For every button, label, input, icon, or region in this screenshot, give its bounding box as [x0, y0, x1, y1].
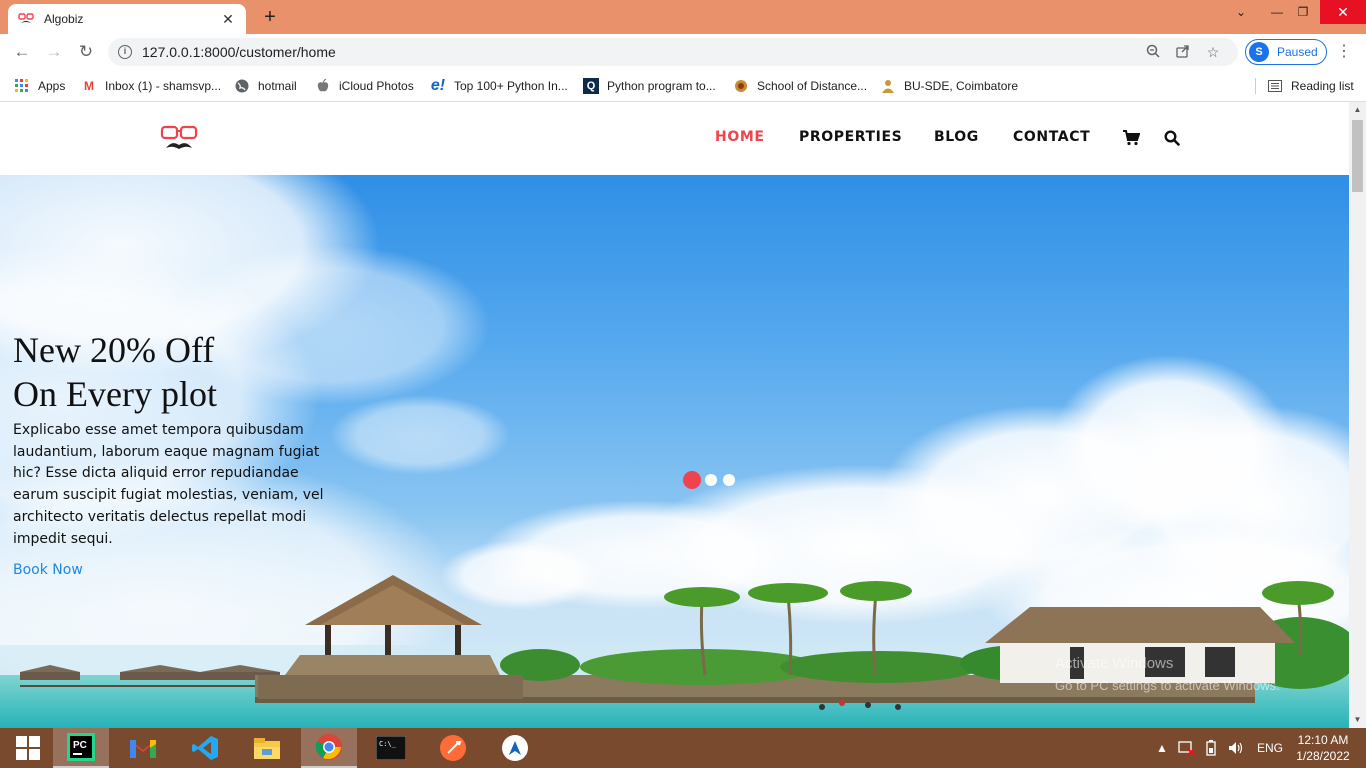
emblem-icon [733, 78, 749, 94]
back-icon[interactable]: ← [10, 40, 34, 64]
gmail-app-icon[interactable] [115, 728, 171, 768]
network-icon[interactable] [1178, 728, 1196, 768]
scroll-down-icon[interactable]: ▼ [1349, 712, 1366, 728]
bookmark-label: iCloud Photos [339, 79, 414, 93]
person-icon [880, 78, 896, 94]
azure-data-studio-icon[interactable] [487, 728, 543, 768]
pycharm-icon[interactable]: PC [53, 728, 109, 768]
terminal-icon[interactable]: C:\_ [363, 728, 419, 768]
vscode-icon[interactable] [177, 728, 233, 768]
show-hidden-icons[interactable]: ▲ [1156, 728, 1168, 768]
new-tab-icon[interactable]: + [258, 5, 282, 29]
url-text[interactable]: 127.0.0.1:8000/customer/home [142, 44, 1138, 60]
site-logo-icon[interactable] [160, 124, 200, 154]
file-explorer-icon[interactable] [239, 728, 295, 768]
forward-icon[interactable]: → [42, 40, 66, 64]
cart-icon[interactable] [1121, 127, 1141, 149]
browser-tab[interactable]: Algobiz ✕ [8, 4, 246, 34]
bookmark-divider [1255, 78, 1256, 94]
avatar: S [1249, 42, 1269, 62]
svg-text:C:\_: C:\_ [379, 740, 397, 748]
close-tab-icon[interactable]: ✕ [220, 11, 236, 28]
bookmark-label: BU-SDE, Coimbatore [904, 79, 1019, 93]
windows-start-icon[interactable] [0, 728, 56, 768]
site-header: HOME PROPERTIES BLOG CONTACT [0, 102, 1349, 175]
bookmark-school-distance[interactable]: School of Distance... [733, 76, 867, 96]
svg-text:PC: PC [73, 740, 87, 751]
clock-date: 1/28/2022 [1296, 749, 1350, 763]
page-scrollbar[interactable]: ▲ ▼ [1349, 102, 1366, 728]
zoom-icon[interactable] [1138, 44, 1168, 61]
bookmark-python-program[interactable]: Q Python program to... [583, 76, 716, 96]
scroll-thumb[interactable] [1352, 120, 1363, 192]
reading-list-button[interactable]: Reading list [1267, 76, 1354, 96]
browser-toolbar: ← → ↻ i 127.0.0.1:8000/customer/home ☆ S… [0, 34, 1366, 70]
slide-dot-2[interactable] [705, 474, 717, 486]
tab-title: Algobiz [44, 12, 84, 26]
scroll-up-icon[interactable]: ▲ [1349, 102, 1366, 118]
profile-button[interactable]: S Paused [1245, 39, 1327, 65]
nav-home[interactable]: HOME [715, 129, 765, 149]
book-now-link[interactable]: Book Now [13, 562, 83, 578]
bookmark-python-interview[interactable]: e! Top 100+ Python In... [430, 76, 568, 96]
browser-menu-icon[interactable]: ⋮ [1336, 40, 1352, 64]
bookmark-label: Apps [38, 79, 66, 93]
hero-title-line2: On Every plot [13, 374, 217, 414]
bookmark-label: hotmail [258, 79, 297, 93]
volume-icon[interactable] [1228, 728, 1244, 768]
bookmark-icloud[interactable]: iCloud Photos [315, 76, 414, 96]
apps-grid-icon [14, 78, 30, 94]
hero-title: New 20% Off On Every plot [13, 328, 333, 416]
bookmarks-bar: Apps M Inbox (1) - shamsvp... hotmail iC… [0, 70, 1366, 102]
slide-dot-3[interactable] [723, 474, 735, 486]
nav-contact[interactable]: CONTACT [1013, 129, 1090, 149]
browser-titlebar: Algobiz ✕ + ⌄ — ❐ ✕ [0, 0, 1366, 34]
hero-banner: New 20% Off On Every plot Explicabo esse… [0, 175, 1349, 728]
e-icon: e! [430, 77, 446, 94]
bookmark-inbox[interactable]: M Inbox (1) - shamsvp... [81, 76, 221, 96]
share-icon[interactable] [1168, 44, 1198, 61]
search-icon[interactable] [1162, 127, 1182, 149]
system-clock[interactable]: 12:10 AM 1/28/2022 [1290, 732, 1356, 764]
globe-icon [234, 78, 250, 94]
bookmark-label: Top 100+ Python In... [454, 79, 568, 93]
profile-status: Paused [1277, 45, 1318, 59]
apple-icon [315, 78, 331, 94]
hero-title-line1: New 20% Off [13, 330, 215, 370]
activation-watermark-title: Activate Windows [1055, 655, 1174, 672]
windows-taskbar: PC C:\_ ▲ ENG 12:10 AM 1/28/2022 [0, 728, 1366, 768]
glasses-mustache-icon [18, 11, 34, 27]
reload-icon[interactable]: ↻ [74, 40, 98, 64]
bookmark-label: Inbox (1) - shamsvp... [105, 79, 222, 93]
nav-properties[interactable]: PROPERTIES [799, 129, 902, 149]
bookmark-bu-sde[interactable]: BU-SDE, Coimbatore [880, 76, 1018, 96]
language-indicator[interactable]: ENG [1257, 728, 1283, 768]
gmail-icon: M [84, 79, 94, 93]
site-info-icon[interactable]: i [118, 45, 132, 59]
clock-time: 12:10 AM [1297, 733, 1349, 747]
hero-text-block: New 20% Off On Every plot Explicabo esse… [13, 328, 333, 579]
page-viewport: HOME PROPERTIES BLOG CONTACT New 20% Off… [0, 102, 1349, 728]
address-bar[interactable]: i 127.0.0.1:8000/customer/home ☆ [108, 38, 1238, 66]
bookmark-apps[interactable]: Apps [14, 76, 65, 96]
slider-dots [683, 471, 741, 489]
hero-description: Explicabo esse amet tempora quibusdam la… [13, 422, 324, 547]
bookmark-label: Python program to... [607, 79, 716, 93]
reading-list-icon [1267, 78, 1283, 94]
battery-icon[interactable] [1206, 728, 1216, 768]
activation-watermark-text: Go to PC settings to activate Windows. [1055, 678, 1280, 693]
bookmark-star-icon[interactable]: ☆ [1198, 44, 1228, 61]
bookmark-hotmail[interactable]: hotmail [234, 76, 297, 96]
window-close-icon[interactable]: ✕ [1320, 0, 1366, 24]
q-icon: Q [583, 78, 599, 94]
chrome-icon[interactable] [301, 728, 357, 768]
reading-list-label: Reading list [1291, 79, 1354, 93]
postman-icon[interactable] [425, 728, 481, 768]
bookmark-label: School of Distance... [757, 79, 868, 93]
slide-dot-1[interactable] [683, 471, 701, 489]
nav-blog[interactable]: BLOG [934, 129, 979, 149]
